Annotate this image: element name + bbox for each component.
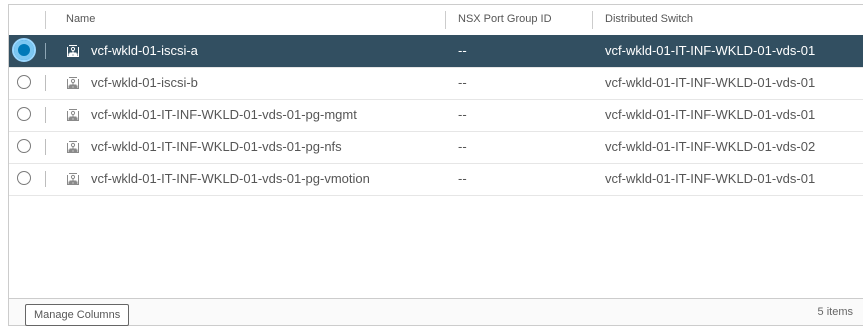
distributed-port-group-icon — [67, 77, 79, 89]
distributed-port-group-icon — [67, 45, 79, 57]
cell-nsx-port-group-id: -- — [458, 43, 467, 58]
row-select-radio[interactable] — [17, 107, 31, 121]
header-separator — [45, 11, 46, 29]
distributed-port-group-icon — [67, 141, 79, 153]
cell-distributed-switch: vcf-wkld-01-IT-INF-WKLD-01-vds-02 — [605, 139, 816, 154]
cell-name: vcf-wkld-01-IT-INF-WKLD-01-vds-01-pg-mgm… — [91, 107, 357, 122]
cell-nsx-port-group-id: -- — [458, 75, 467, 90]
row-select-radio[interactable] — [12, 38, 36, 62]
cell-nsx-port-group-id: -- — [458, 139, 467, 154]
cell-nsx-port-group-id: -- — [458, 107, 467, 122]
cell-name: vcf-wkld-01-IT-INF-WKLD-01-vds-01-pg-vmo… — [91, 171, 370, 186]
row-separator — [45, 107, 46, 123]
header-separator — [445, 11, 446, 29]
table-row[interactable]: vcf-wkld-01-IT-INF-WKLD-01-vds-01-pg-nfs… — [9, 131, 863, 164]
table-row[interactable]: vcf-wkld-01-IT-INF-WKLD-01-vds-01-pg-vmo… — [9, 163, 863, 196]
cell-name: vcf-wkld-01-iscsi-b — [91, 75, 198, 90]
item-count: 5 items — [817, 306, 853, 318]
row-select-radio[interactable] — [17, 75, 31, 89]
table-row[interactable]: vcf-wkld-01-iscsi-a -- vcf-wkld-01-IT-IN… — [9, 35, 863, 68]
cell-distributed-switch: vcf-wkld-01-IT-INF-WKLD-01-vds-01 — [605, 75, 816, 90]
row-separator — [45, 171, 46, 187]
cell-distributed-switch: vcf-wkld-01-IT-INF-WKLD-01-vds-01 — [605, 107, 816, 122]
distributed-port-group-icon — [67, 173, 79, 185]
cell-name: vcf-wkld-01-IT-INF-WKLD-01-vds-01-pg-nfs — [91, 139, 342, 154]
table-row[interactable]: vcf-wkld-01-iscsi-b -- vcf-wkld-01-IT-IN… — [9, 67, 863, 100]
cell-nsx-port-group-id: -- — [458, 171, 467, 186]
cell-name: vcf-wkld-01-iscsi-a — [91, 43, 198, 58]
manage-columns-button[interactable]: Manage Columns — [25, 304, 130, 326]
column-header-name[interactable]: Name — [66, 5, 95, 35]
header-separator — [592, 11, 593, 29]
table-row[interactable]: vcf-wkld-01-IT-INF-WKLD-01-vds-01-pg-mgm… — [9, 99, 863, 132]
row-select-radio[interactable] — [17, 139, 31, 153]
datagrid-header: Name NSX Port Group ID Distributed Switc… — [9, 5, 863, 36]
cell-distributed-switch: vcf-wkld-01-IT-INF-WKLD-01-vds-01 — [605, 171, 816, 186]
distributed-port-group-icon — [67, 109, 79, 121]
row-separator — [45, 75, 46, 91]
cell-distributed-switch: vcf-wkld-01-IT-INF-WKLD-01-vds-01 — [605, 43, 816, 58]
column-header-distributed-switch[interactable]: Distributed Switch — [605, 5, 693, 35]
column-header-nsx-port-group-id[interactable]: NSX Port Group ID — [458, 5, 552, 35]
row-separator — [45, 139, 46, 155]
row-separator — [45, 43, 46, 59]
datagrid-footer: Manage Columns 5 items — [9, 298, 863, 326]
port-group-datagrid: Name NSX Port Group ID Distributed Switc… — [8, 4, 863, 326]
row-select-radio[interactable] — [17, 171, 31, 185]
